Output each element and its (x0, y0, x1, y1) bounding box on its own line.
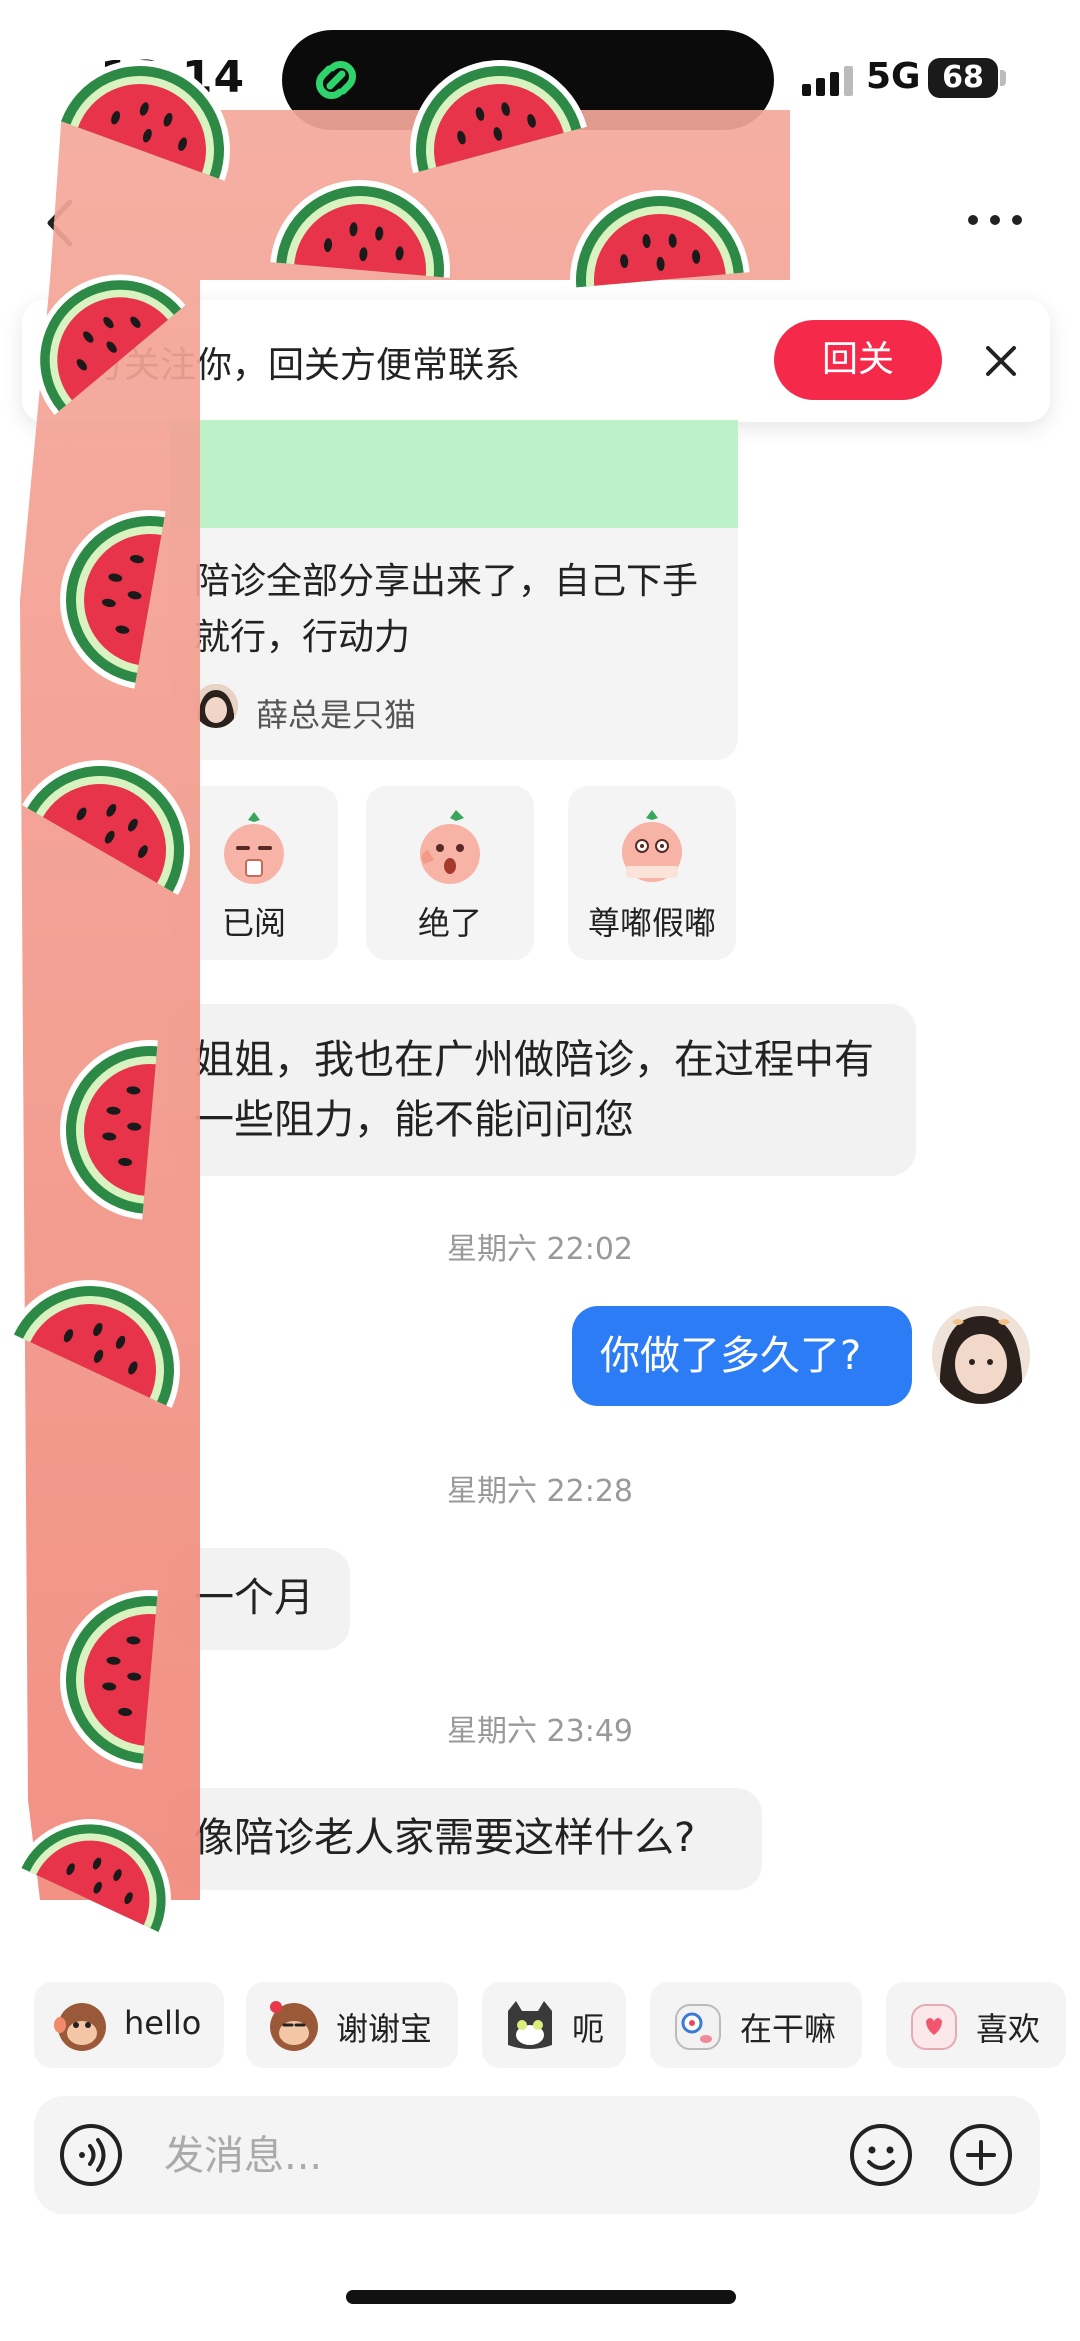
plus-icon[interactable] (948, 2122, 1014, 2188)
my-avatar[interactable] (932, 1306, 1030, 1404)
home-indicator (346, 2290, 736, 2304)
monkey-thanks-icon (270, 2001, 318, 2051)
quick-reply-what-doing[interactable]: 在干嘛 (650, 1982, 862, 2068)
quick-reply-label: 喜欢 (976, 2010, 1041, 2048)
shared-post-title: 陪诊全部分享出来了，自己下手就行，行动力 (194, 561, 699, 658)
network-type: 5G (866, 56, 921, 97)
shared-post-card[interactable]: 陪诊全部分享出来了，自己下手就行，行动力 薛总是只猫 (170, 420, 738, 760)
quick-reply-like[interactable]: 喜欢 (886, 1982, 1066, 2068)
reaction-read[interactable]: 已阅 (170, 786, 338, 960)
battery-tip (1000, 70, 1006, 86)
emoji-icon[interactable] (848, 2122, 914, 2188)
quick-reply-hello[interactable]: hello (34, 1982, 224, 2068)
quick-reply-thanks[interactable]: 谢谢宝 (246, 1982, 458, 2068)
message-outgoing[interactable]: 你做了多久了? (572, 1306, 912, 1406)
status-time: 13:14 (100, 52, 246, 103)
message-incoming[interactable]: 像陪诊老人家需要这样什么? (170, 1788, 762, 1890)
back-icon[interactable] (36, 188, 86, 258)
sticker-what-doing-icon (675, 2004, 721, 2050)
follow-back-button[interactable]: 回关 (774, 320, 942, 400)
sticker-like-icon (911, 2004, 957, 2050)
close-icon[interactable] (978, 338, 1024, 384)
quick-reply-label: hello (124, 2004, 202, 2042)
quick-reply-label: 在干嘛 (740, 2010, 837, 2048)
reaction-label: 绝了 (417, 904, 482, 942)
more-icon[interactable] (960, 200, 1030, 240)
shared-post-author: 薛总是只猫 (256, 696, 417, 734)
quick-reply-label: 呃 (572, 2010, 605, 2048)
status-bar: 13:14 5G 68 (0, 0, 1080, 150)
reaction-label: 尊嘟假嘟 (587, 904, 716, 942)
dynamic-island (282, 30, 774, 130)
message-incoming[interactable]: 姐姐，我也在广州做陪诊，在过程中有一些阻力，能不能问问您 (170, 1004, 916, 1176)
follow-banner: 对方关注你，回关方便常联系 回关 (22, 300, 1050, 422)
sticker-read-icon (224, 812, 284, 884)
quick-reply-label: 谢谢宝 (336, 2010, 433, 2048)
reaction-awesome[interactable]: 绝了 (366, 786, 534, 960)
author-avatar (194, 684, 238, 728)
message-incoming[interactable]: 一个月 (170, 1548, 350, 1650)
message-input-bar (34, 2096, 1040, 2214)
cat-uh-icon (508, 2001, 552, 2049)
message-input[interactable] (164, 2126, 724, 2186)
voice-icon[interactable] (58, 2122, 124, 2188)
reaction-really[interactable]: 尊嘟假嘟 (568, 786, 736, 960)
sticker-awesome-icon (420, 810, 480, 884)
follow-banner-text: 对方关注你，回关方便常联系 (52, 345, 521, 386)
shared-post-image (170, 420, 738, 528)
link-app-icon (316, 61, 356, 99)
message-timestamp: 星期六 22:02 (447, 1232, 633, 1267)
battery-icon: 68 (928, 58, 998, 98)
reaction-label: 已阅 (221, 904, 286, 942)
signal-icon (802, 66, 853, 96)
message-timestamp: 星期六 22:28 (447, 1474, 633, 1509)
quick-reply-uh[interactable]: 呃 (482, 1982, 626, 2068)
monkey-hello-icon (54, 2003, 106, 2051)
sticker-really-icon (622, 810, 682, 882)
message-timestamp: 星期六 23:49 (447, 1714, 633, 1749)
